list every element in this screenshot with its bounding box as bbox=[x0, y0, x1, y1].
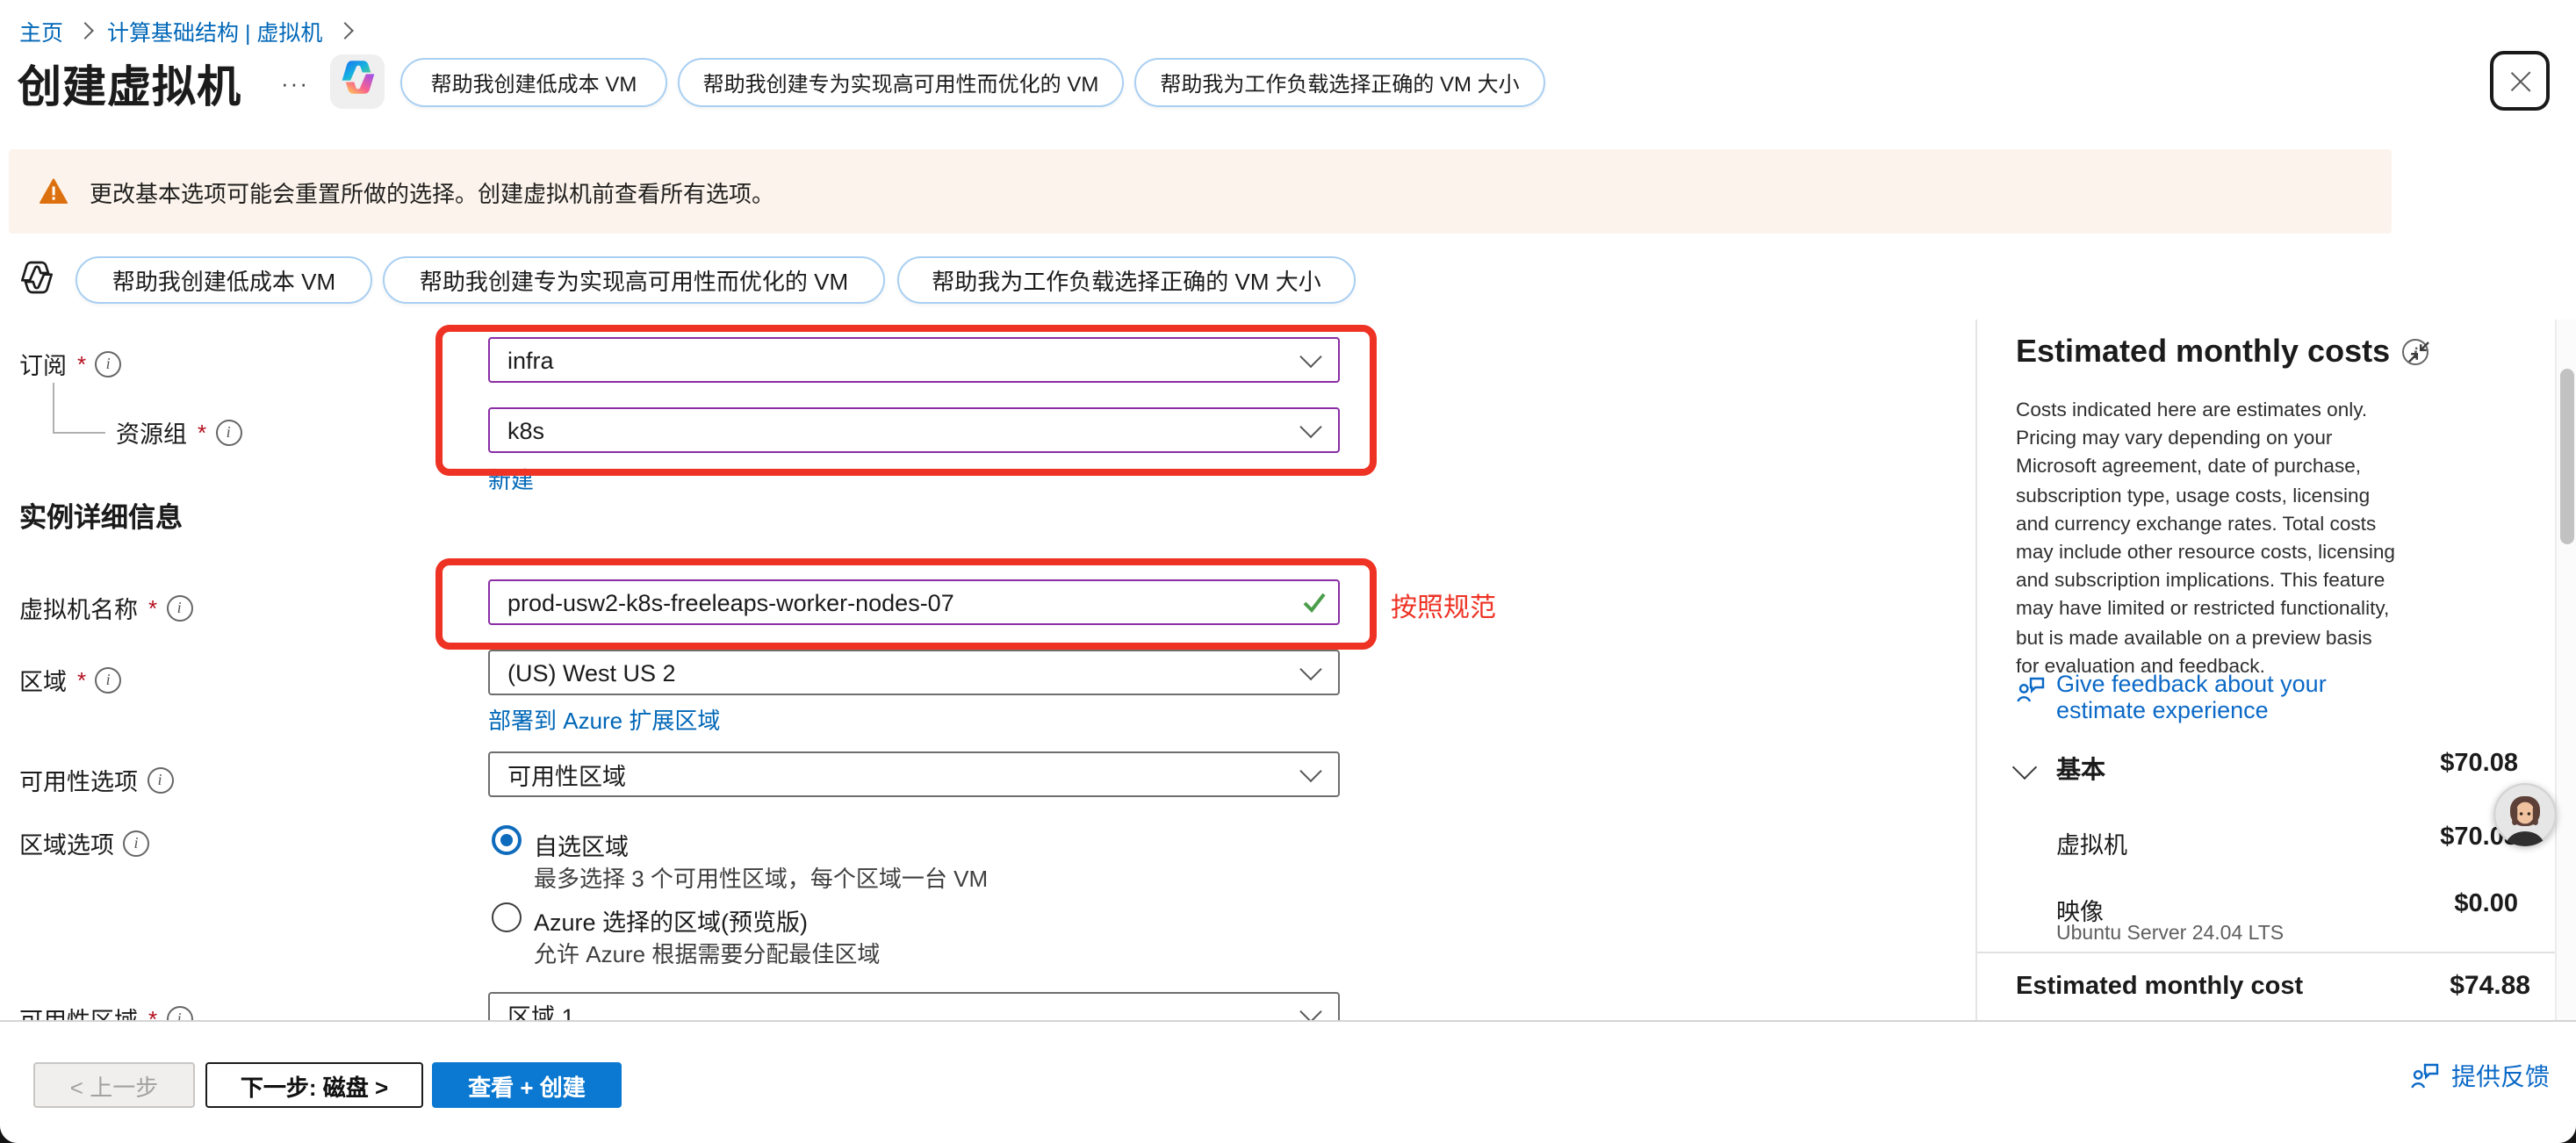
info-icon[interactable]: i bbox=[123, 830, 149, 856]
cost-row-image-label: 映像 bbox=[2056, 892, 2104, 927]
annotation-text: 按照规范 bbox=[1391, 588, 1496, 625]
radio-self-selected-zone-label[interactable]: 自选区域 bbox=[534, 827, 629, 862]
zone-options-label: 区域选项 i bbox=[19, 825, 149, 860]
assistant-avatar[interactable] bbox=[2493, 783, 2557, 846]
chevron-down-icon bbox=[1299, 760, 1321, 782]
total-cost-label: Estimated monthly cost bbox=[2016, 973, 2303, 1001]
instance-details-heading: 实例详细信息 bbox=[19, 497, 183, 536]
availability-options-dropdown[interactable]: 可用性区域 bbox=[488, 751, 1340, 797]
cost-panel-title: Estimated monthly costs i bbox=[2016, 334, 2428, 370]
info-icon[interactable]: i bbox=[147, 766, 173, 793]
divider bbox=[1977, 952, 2557, 953]
cost-row-vm-label: 虚拟机 bbox=[2056, 825, 2127, 860]
cost-row-basic-label: 基本 bbox=[2056, 751, 2105, 787]
scrollbar-track[interactable] bbox=[2555, 320, 2576, 1020]
subscription-label: 订阅* i bbox=[19, 346, 121, 381]
suggestion-right-vm-size[interactable]: 帮助我为工作负载选择正确的 VM 大小 bbox=[1134, 58, 1545, 107]
feedback-icon bbox=[2016, 676, 2046, 723]
deploy-extended-zone-link[interactable]: 部署到 Azure 扩展区域 bbox=[488, 702, 720, 736]
suggestion-low-cost-vm-2[interactable]: 帮助我创建低成本 VM bbox=[76, 256, 372, 304]
info-icon[interactable]: i bbox=[215, 419, 241, 445]
chevron-down-icon[interactable] bbox=[2012, 755, 2037, 780]
suggestion-high-availability-vm[interactable]: 帮助我创建专为实现高可用性而优化的 VM bbox=[678, 58, 1124, 107]
resource-group-label: 资源组* i bbox=[116, 414, 241, 449]
estimated-costs-panel: Estimated monthly costs i Costs indicate… bbox=[1975, 320, 2557, 1020]
next-step-disks-button[interactable]: 下一步: 磁盘 > bbox=[205, 1062, 423, 1108]
radio-azure-selected-zone-label[interactable]: Azure 选择的区域(预览版) bbox=[534, 902, 808, 938]
region-value: (US) West US 2 bbox=[507, 659, 676, 686]
info-icon[interactable]: i bbox=[95, 666, 121, 693]
suggestion-right-vm-size-2[interactable]: 帮助我为工作负载选择正确的 VM 大小 bbox=[897, 256, 1356, 304]
resource-group-value: k8s bbox=[507, 417, 544, 443]
cost-disclaimer-text: Costs indicated here are estimates only.… bbox=[2016, 397, 2399, 681]
cost-row-image-sub: Ubuntu Server 24.04 LTS bbox=[2056, 924, 2284, 945]
copilot-button[interactable] bbox=[330, 54, 385, 109]
estimate-feedback-link[interactable]: Give feedback about your estimate experi… bbox=[2016, 671, 2411, 723]
more-options-button[interactable]: ··· bbox=[281, 70, 309, 97]
chevron-down-icon bbox=[1299, 346, 1321, 368]
radio-self-selected-zone-desc: 最多选择 3 个可用性区域，每个区域一台 VM bbox=[534, 860, 988, 894]
vm-name-input[interactable] bbox=[488, 579, 1340, 625]
scrollbar-thumb[interactable] bbox=[2560, 369, 2574, 544]
collapse-panel-icon[interactable] bbox=[2407, 341, 2430, 372]
validation-check-icon bbox=[1301, 590, 1328, 623]
copilot-outline-icon bbox=[19, 260, 54, 304]
chevron-right-icon bbox=[76, 22, 94, 40]
suggestion-low-cost-vm[interactable]: 帮助我创建低成本 VM bbox=[400, 58, 667, 107]
copilot-icon bbox=[338, 58, 377, 105]
total-cost-value: $74.88 bbox=[2450, 971, 2530, 1001]
feedback-icon bbox=[2409, 1062, 2441, 1090]
suggestion-high-availability-vm-2[interactable]: 帮助我创建专为实现高可用性而优化的 VM bbox=[383, 256, 885, 304]
breadcrumb: 主页 计算基础结构 | 虚拟机 bbox=[19, 14, 366, 47]
review-create-button[interactable]: 查看 + 创建 bbox=[432, 1062, 622, 1108]
connector-line bbox=[53, 432, 105, 434]
connector-line bbox=[53, 383, 54, 432]
cost-row-image-value: $0.00 bbox=[2454, 890, 2518, 918]
subscription-dropdown[interactable]: infra bbox=[488, 337, 1340, 383]
info-icon[interactable]: i bbox=[166, 594, 192, 621]
close-icon bbox=[2507, 68, 2533, 94]
breadcrumb-home[interactable]: 主页 bbox=[19, 14, 63, 47]
availability-options-value: 可用性区域 bbox=[507, 757, 626, 792]
radio-azure-selected-zone[interactable] bbox=[492, 902, 522, 932]
chevron-down-icon bbox=[1299, 416, 1321, 438]
cost-row-basic-value: $70.08 bbox=[2440, 750, 2518, 778]
vm-name-label: 虚拟机名称* i bbox=[19, 590, 192, 625]
breadcrumb-virtual-machines[interactable]: 计算基础结构 | 虚拟机 bbox=[107, 14, 322, 47]
warning-icon bbox=[39, 177, 68, 205]
create-new-link[interactable]: 新建 bbox=[488, 462, 534, 495]
close-button[interactable] bbox=[2490, 51, 2550, 111]
chevron-down-icon bbox=[1299, 658, 1321, 680]
give-feedback-link[interactable]: 提供反馈 bbox=[2409, 1059, 2550, 1094]
previous-step-button[interactable]: < 上一步 bbox=[33, 1062, 195, 1108]
page-title: 创建虚拟机 bbox=[18, 53, 241, 116]
radio-azure-selected-zone-desc: 允许 Azure 根据需要分配最佳区域 bbox=[534, 936, 880, 969]
region-label: 区域* i bbox=[19, 662, 121, 697]
warning-text: 更改基本选项可能会重置所做的选择。创建虚拟机前查看所有选项。 bbox=[90, 175, 774, 208]
create-vm-page: 主页 计算基础结构 | 虚拟机 创建虚拟机 ··· 帮助我创建低成本 bbox=[0, 0, 2576, 1143]
info-icon[interactable]: i bbox=[95, 350, 121, 377]
warning-banner: 更改基本选项可能会重置所做的选择。创建虚拟机前查看所有选项。 bbox=[9, 149, 2392, 234]
resource-group-dropdown[interactable]: k8s bbox=[488, 407, 1340, 453]
chevron-right-icon bbox=[336, 22, 354, 40]
radio-self-selected-zone[interactable] bbox=[492, 825, 522, 855]
subscription-value: infra bbox=[507, 347, 554, 373]
wizard-footer: < 上一步 下一步: 磁盘 > 查看 + 创建 提供反馈 bbox=[0, 1020, 2576, 1143]
availability-options-label: 可用性选项 i bbox=[19, 762, 173, 797]
region-dropdown[interactable]: (US) West US 2 bbox=[488, 650, 1340, 695]
